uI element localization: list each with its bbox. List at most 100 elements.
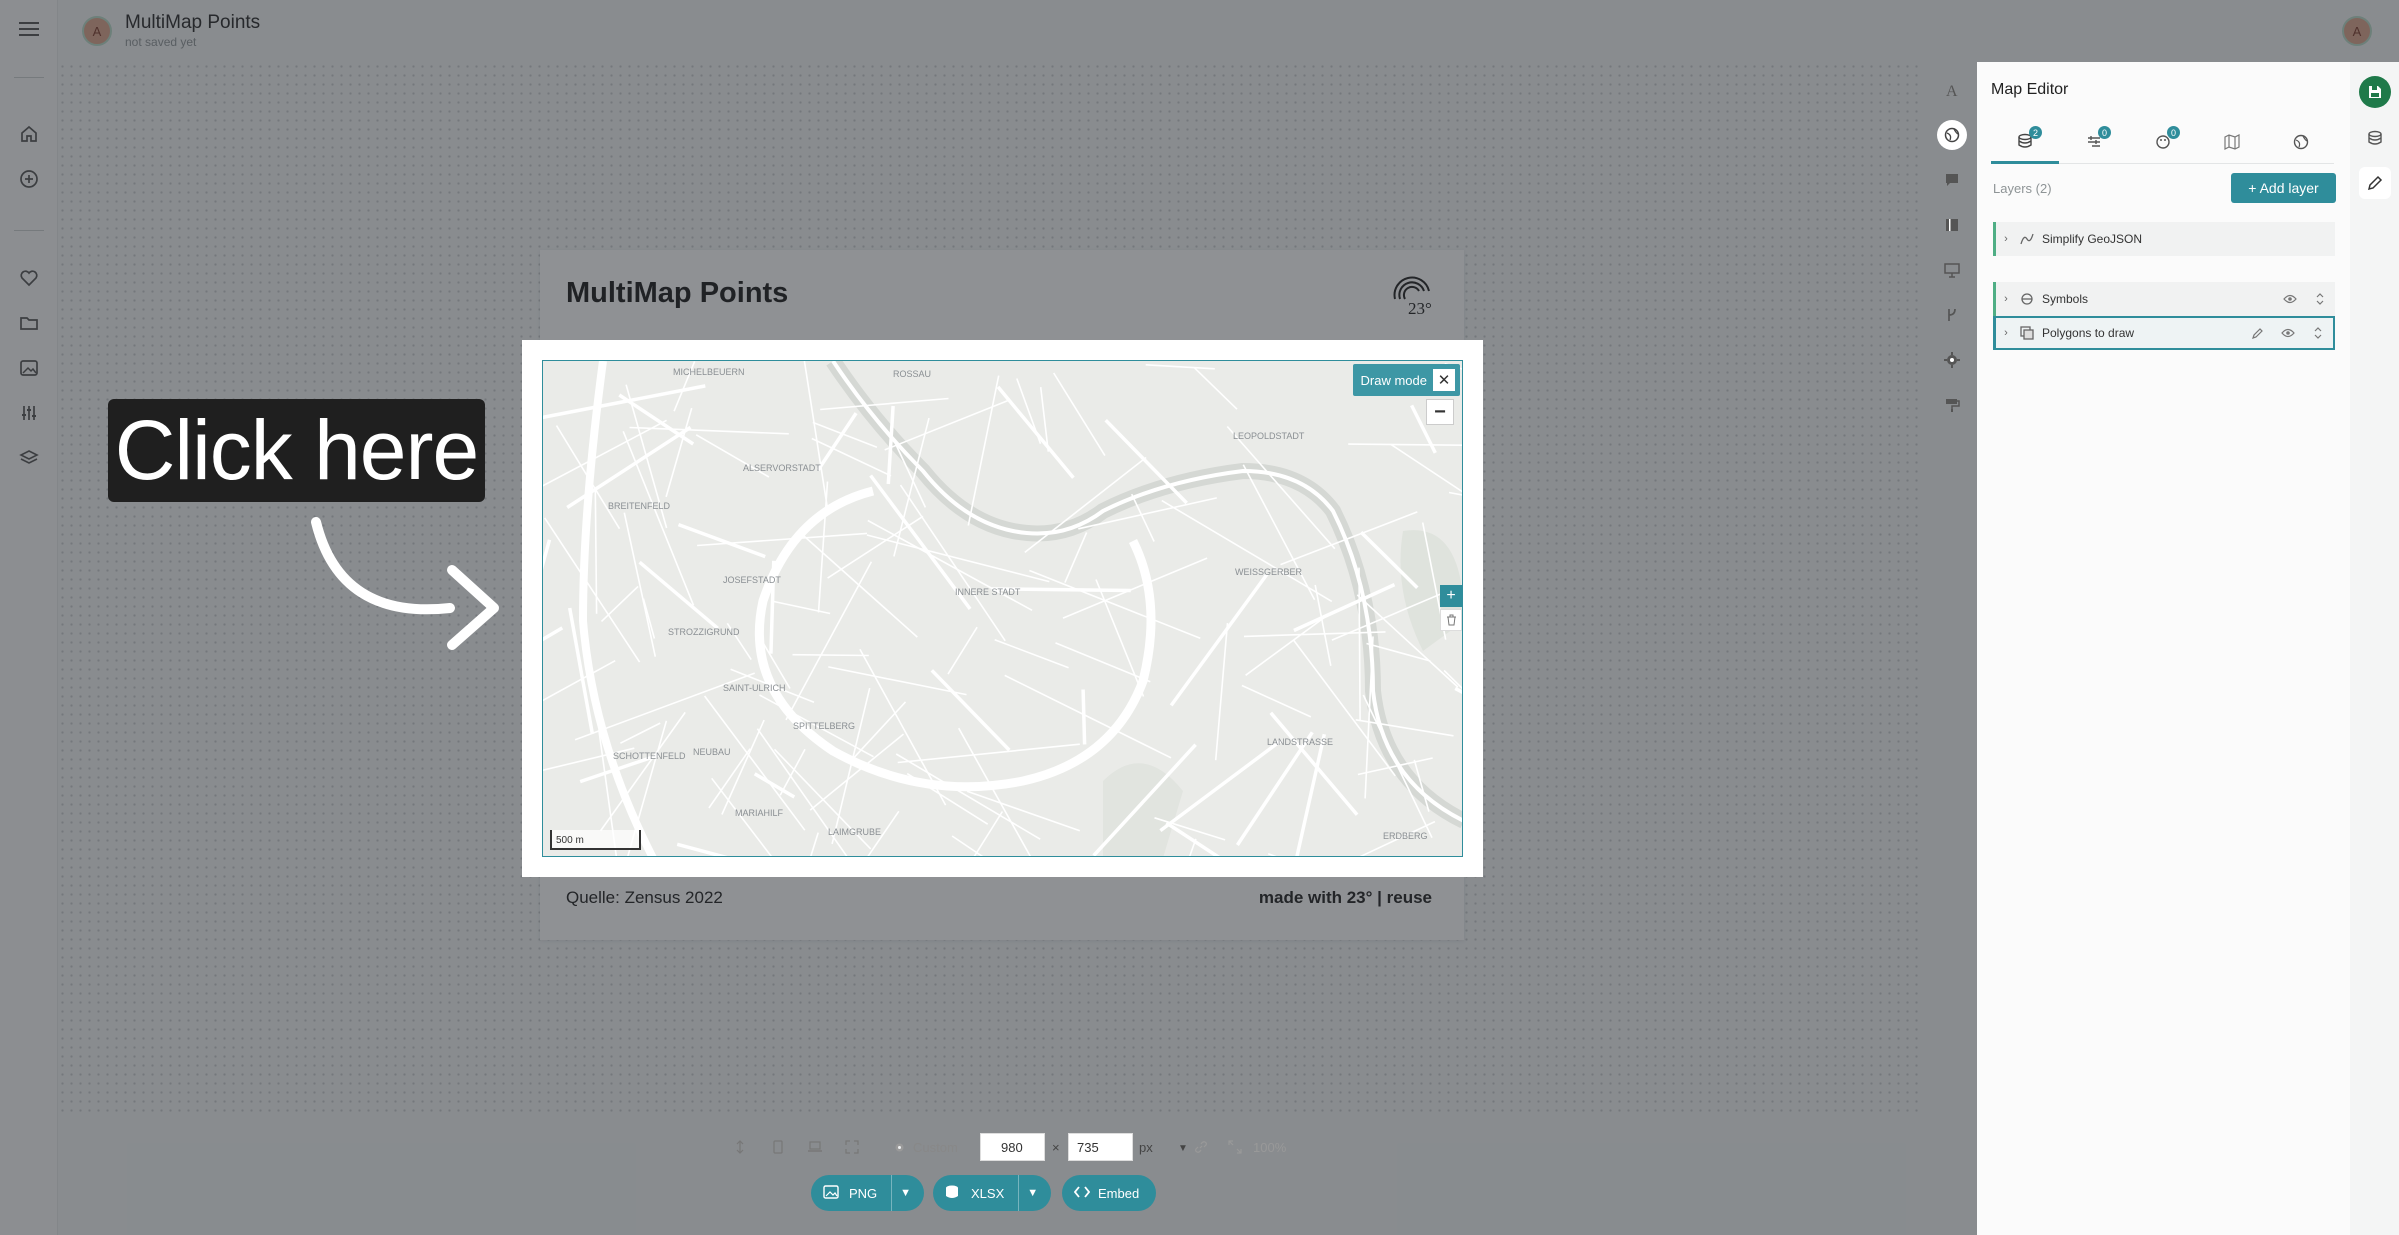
globe-icon[interactable] bbox=[1937, 120, 1967, 150]
left-sidebar bbox=[0, 0, 58, 1235]
export-png-button[interactable]: PNG ▼ bbox=[811, 1175, 924, 1211]
layers-stack-icon[interactable] bbox=[17, 446, 41, 470]
layer-polygons-to-draw[interactable]: › Polygons to draw bbox=[1993, 316, 2335, 350]
logo-text: 23° bbox=[1408, 299, 1432, 317]
card-title: MultiMap Points bbox=[566, 277, 789, 309]
export-xlsx-button[interactable]: XLSX ▼ bbox=[933, 1175, 1051, 1211]
polygons-icon bbox=[2016, 326, 2038, 340]
home-icon[interactable] bbox=[17, 122, 41, 146]
district-label: MARIAHILF bbox=[735, 808, 784, 818]
eye-icon[interactable] bbox=[2273, 328, 2303, 338]
width-input[interactable]: 980 bbox=[980, 1133, 1045, 1161]
book-icon[interactable] bbox=[1937, 210, 1967, 240]
times-label: × bbox=[1052, 1140, 1060, 1155]
database-icon[interactable] bbox=[2359, 122, 2391, 154]
export-png-label: PNG bbox=[849, 1185, 878, 1201]
zoom-out-button[interactable]: − bbox=[1426, 399, 1454, 425]
edit-pencil-icon[interactable] bbox=[2359, 167, 2391, 199]
map-icon bbox=[2224, 134, 2240, 150]
reorder-icon[interactable] bbox=[2303, 327, 2333, 339]
globe-icon bbox=[2293, 134, 2309, 150]
district-label: INNERE STADT bbox=[955, 587, 1021, 597]
branch-icon[interactable] bbox=[1937, 300, 1967, 330]
reorder-icon[interactable] bbox=[2305, 293, 2335, 305]
paint-roller-icon[interactable] bbox=[1937, 390, 1967, 420]
street-line bbox=[792, 653, 869, 657]
district-label: LAIMGRUBE bbox=[828, 827, 881, 837]
tab-layers[interactable]: 2 bbox=[1991, 120, 2059, 164]
text-icon[interactable]: A bbox=[1937, 75, 1967, 105]
expand-arrows-icon[interactable] bbox=[1227, 1139, 1243, 1155]
chevron-down-icon[interactable]: ▼ bbox=[1027, 1187, 1038, 1199]
map-highlight: MICHELBEUERN ROSSAU LEOPOLDSTADT ALSERVORST… bbox=[522, 340, 1483, 877]
source-text: Quelle: Zensus 2022 bbox=[566, 888, 723, 907]
zoom-level: 100% bbox=[1253, 1140, 1287, 1155]
layer-symbols[interactable]: › Symbols bbox=[1993, 282, 2335, 316]
tab-filters[interactable]: 0 bbox=[2060, 120, 2128, 164]
close-draw-mode-button[interactable]: ✕ bbox=[1433, 369, 1455, 391]
sidebar-divider bbox=[14, 77, 44, 78]
embed-button[interactable]: Embed bbox=[1062, 1175, 1156, 1211]
simplify-icon bbox=[2016, 232, 2038, 246]
folder-icon[interactable] bbox=[17, 311, 41, 335]
sliders-icon[interactable] bbox=[17, 401, 41, 425]
settings-gear-icon[interactable] bbox=[1937, 345, 1967, 375]
layer-name: Polygons to draw bbox=[2042, 326, 2135, 340]
embed-label: Embed bbox=[1098, 1185, 1140, 1201]
chevron-down-icon[interactable]: ▼ bbox=[900, 1187, 911, 1199]
add-layer-button[interactable]: + Add layer bbox=[2231, 173, 2336, 203]
map-editor-panel: Map Editor 2 0 0 Layers (2) + Add layer … bbox=[1977, 62, 2350, 1235]
pencil-icon[interactable] bbox=[2243, 327, 2273, 339]
chevron-right-icon[interactable]: › bbox=[1996, 327, 2016, 339]
mobile-icon[interactable] bbox=[770, 1139, 786, 1155]
chevron-right-icon[interactable]: › bbox=[1996, 233, 2016, 245]
page-title: MultiMap Points bbox=[125, 12, 261, 33]
add-shape-button[interactable]: + bbox=[1440, 585, 1462, 607]
draw-mode-indicator: Draw mode ✕ bbox=[1352, 364, 1460, 396]
eye-icon[interactable] bbox=[2275, 294, 2305, 304]
editor-title: Map Editor bbox=[1991, 81, 2069, 98]
comment-icon[interactable] bbox=[1937, 165, 1967, 195]
tab-style[interactable]: 0 bbox=[2129, 120, 2197, 164]
right-action-column bbox=[2350, 62, 2399, 1235]
tab-map[interactable] bbox=[2198, 120, 2266, 164]
svg-text:A: A bbox=[1946, 83, 1958, 98]
menu-icon[interactable] bbox=[17, 17, 41, 41]
height-input[interactable]: 735 bbox=[1068, 1133, 1133, 1161]
laptop-icon[interactable] bbox=[807, 1139, 823, 1155]
tab-globe[interactable] bbox=[2267, 120, 2335, 164]
heart-icon[interactable] bbox=[17, 266, 41, 290]
editor-tabs: 2 0 0 bbox=[1991, 120, 2334, 164]
add-circle-icon[interactable] bbox=[17, 167, 41, 191]
district-label: SCHOTTENFELD bbox=[613, 751, 686, 761]
map-view[interactable]: MICHELBEUERN ROSSAU LEOPOLDSTADT ALSERVORST… bbox=[542, 360, 1463, 857]
layer-name: Symbols bbox=[2042, 292, 2089, 306]
district-label: SAINT-ULRICH bbox=[723, 683, 786, 693]
district-label: JOSEFSTADT bbox=[723, 575, 781, 585]
street-map[interactable]: MICHELBEUERN ROSSAU LEOPOLDSTADT ALSERVORST… bbox=[543, 361, 1463, 857]
resize-vertical-icon[interactable] bbox=[732, 1139, 748, 1155]
trash-icon[interactable] bbox=[1440, 609, 1462, 631]
scale-bar: 500 m bbox=[550, 830, 641, 850]
presentation-icon[interactable] bbox=[1937, 255, 1967, 285]
database-icon bbox=[945, 1184, 959, 1203]
export-xlsx-label: XLSX bbox=[971, 1185, 1005, 1201]
unit-select[interactable]: px bbox=[1139, 1140, 1153, 1155]
user-avatar[interactable]: A bbox=[2342, 16, 2372, 46]
layer-simplify-geojson[interactable]: › Simplify GeoJSON bbox=[1993, 222, 2335, 256]
district-label: NEUBAU bbox=[693, 747, 731, 757]
district-label: STROZZIGRUND bbox=[668, 627, 740, 637]
scale-label: 500 m bbox=[556, 835, 584, 846]
gear-icon bbox=[891, 1139, 907, 1155]
preset-select[interactable]: Custom bbox=[913, 1140, 958, 1155]
street-line bbox=[1081, 689, 1087, 745]
district-label: BREITENFELD bbox=[608, 501, 671, 511]
chevron-down-icon[interactable]: ▼ bbox=[1178, 1143, 1188, 1154]
save-icon[interactable] bbox=[2359, 76, 2391, 108]
image-icon[interactable] bbox=[17, 356, 41, 380]
made-with-text[interactable]: made with 23° | reuse bbox=[1259, 888, 1432, 908]
fullscreen-icon[interactable] bbox=[844, 1139, 860, 1155]
avatar[interactable]: A bbox=[82, 16, 112, 46]
chevron-right-icon[interactable]: › bbox=[1996, 293, 2016, 305]
link-icon[interactable] bbox=[1193, 1139, 1209, 1155]
